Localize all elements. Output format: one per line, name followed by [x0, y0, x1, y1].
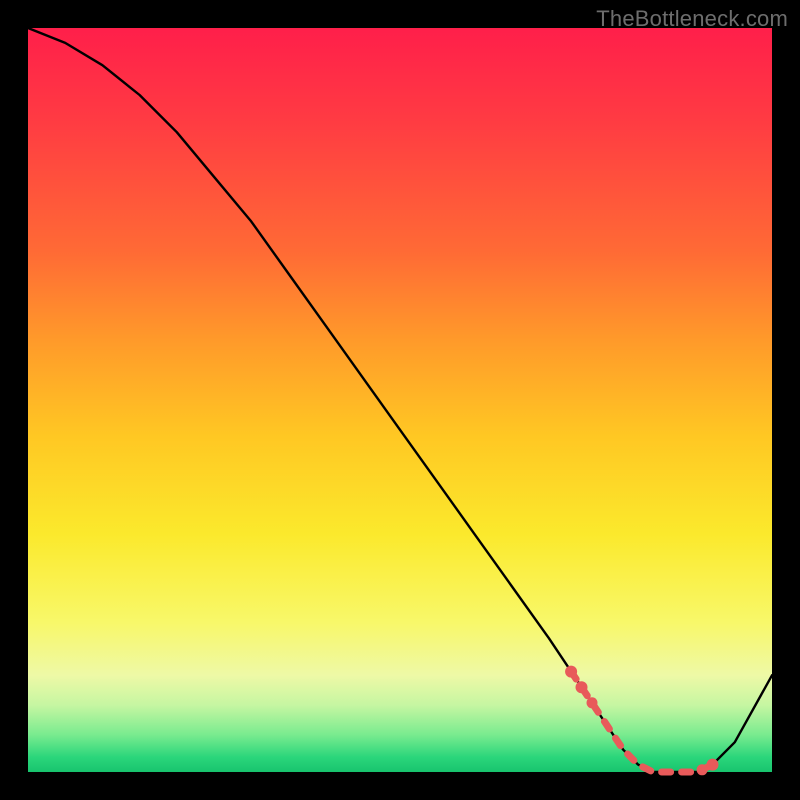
- highlight-dot: [587, 697, 598, 708]
- highlight-dot: [565, 666, 577, 678]
- curve-svg: [28, 28, 772, 772]
- highlight-dot: [576, 681, 588, 693]
- highlight-dot: [697, 764, 708, 775]
- optimal-range-dash: [571, 672, 712, 772]
- chart-container: TheBottleneck.com: [0, 0, 800, 800]
- highlight-dot: [707, 759, 719, 771]
- plot-area: [28, 28, 772, 772]
- bottleneck-curve: [28, 28, 772, 772]
- optimal-range-dots: [565, 666, 718, 776]
